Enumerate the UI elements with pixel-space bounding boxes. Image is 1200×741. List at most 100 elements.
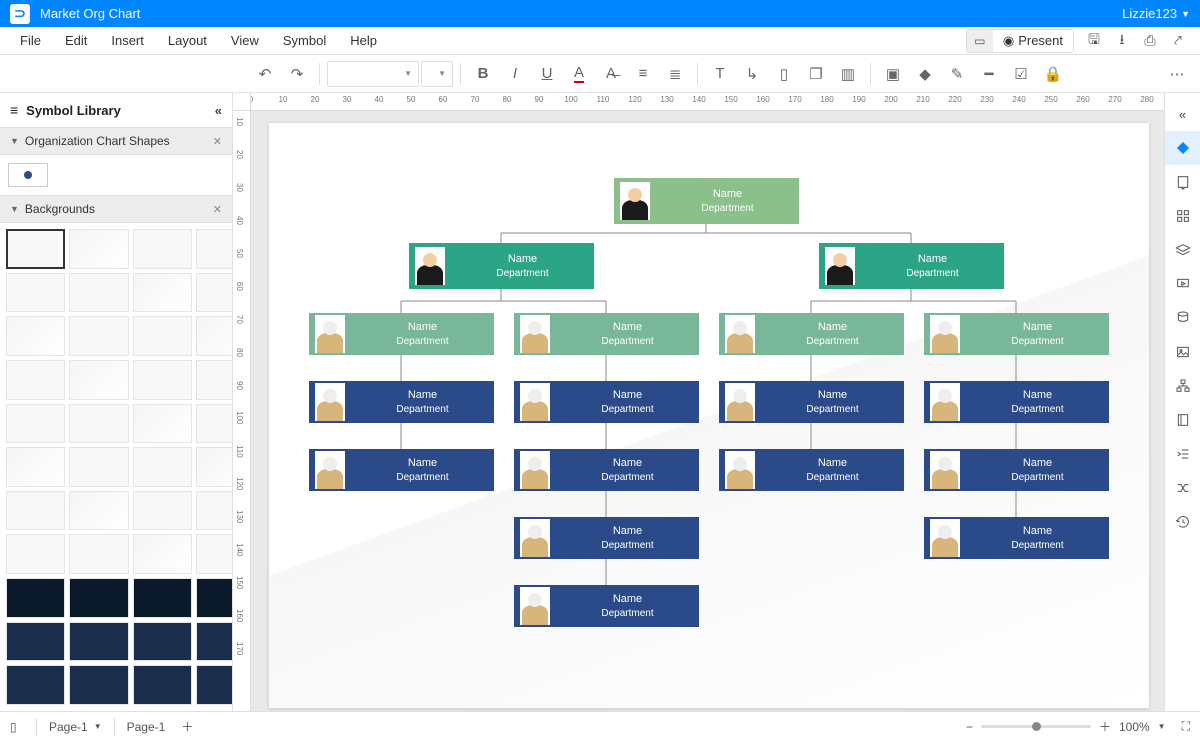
line-style-button[interactable]: ━ <box>974 60 1004 88</box>
org-shape-thumb[interactable] <box>8 163 48 187</box>
bg-thumb[interactable] <box>69 665 128 705</box>
bg-thumb[interactable] <box>6 578 65 618</box>
present-button[interactable]: ◉ Present <box>993 33 1073 49</box>
align-v-button[interactable]: ≣ <box>660 60 690 88</box>
org-node[interactable]: NameDepartment <box>924 313 1109 355</box>
menu-help[interactable]: Help <box>338 33 389 48</box>
align-objects-button[interactable]: ▯ <box>769 60 799 88</box>
org-node[interactable]: NameDepartment <box>719 381 904 423</box>
org-node[interactable]: NameDepartment <box>924 449 1109 491</box>
share-icon[interactable]: ⤤ <box>1164 30 1192 52</box>
font-family-select[interactable]: ▼ <box>327 61 419 87</box>
page-tool[interactable] <box>1165 165 1200 199</box>
bg-thumb[interactable] <box>69 447 128 487</box>
bg-thumb[interactable] <box>69 316 128 356</box>
org-node[interactable]: NameDepartment <box>719 313 904 355</box>
font-size-select[interactable]: ▼ <box>421 61 453 87</box>
bg-thumb[interactable] <box>133 622 192 662</box>
bg-thumb[interactable] <box>6 404 65 444</box>
bg-thumb[interactable] <box>196 491 232 531</box>
chevron-down-icon[interactable]: ▼ <box>1158 722 1166 731</box>
zoom-slider[interactable] <box>981 725 1091 728</box>
menu-layout[interactable]: Layout <box>156 33 219 48</box>
org-node[interactable]: NameDepartment <box>309 381 494 423</box>
bg-thumb[interactable] <box>69 622 128 662</box>
org-node[interactable]: NameDepartment <box>924 517 1109 559</box>
bg-thumb[interactable] <box>69 273 128 313</box>
zoom-in-button[interactable]: ＋ <box>1099 718 1111 735</box>
bg-thumb[interactable] <box>133 491 192 531</box>
present-mode-icon[interactable]: ▭ <box>967 30 993 52</box>
org-node[interactable]: NameDepartment <box>719 449 904 491</box>
grid-tool[interactable] <box>1165 199 1200 233</box>
bg-thumb[interactable] <box>133 360 192 400</box>
menu-view[interactable]: View <box>219 33 271 48</box>
bg-thumb[interactable] <box>133 534 192 574</box>
menu-symbol[interactable]: Symbol <box>271 33 338 48</box>
bg-thumb-blank[interactable] <box>6 229 65 269</box>
menu-edit[interactable]: Edit <box>53 33 99 48</box>
bg-thumb[interactable] <box>133 229 192 269</box>
bg-thumb[interactable] <box>133 404 192 444</box>
bg-thumb[interactable] <box>6 447 65 487</box>
layers-tool[interactable] <box>1165 233 1200 267</box>
save-icon[interactable]: 🖫 <box>1080 30 1108 52</box>
canvas[interactable]: NameDepartment NameDepartment NameDepartme… <box>251 111 1164 711</box>
font-color-button[interactable]: A <box>564 60 594 88</box>
expand-panel-icon[interactable]: « <box>1165 97 1200 131</box>
image-button[interactable]: ▣ <box>878 60 908 88</box>
menu-file[interactable]: File <box>8 33 53 48</box>
download-icon[interactable]: ⭳ <box>1108 30 1136 52</box>
slides-tool[interactable] <box>1165 267 1200 301</box>
collapse-panel-icon[interactable]: « <box>215 103 222 118</box>
redo-button[interactable]: ↷ <box>282 60 312 88</box>
bg-thumb[interactable] <box>196 273 232 313</box>
align-h-button[interactable]: ≡ <box>628 60 658 88</box>
bg-thumb[interactable] <box>196 316 232 356</box>
bg-thumb[interactable] <box>6 316 65 356</box>
org-node[interactable]: NameDepartment <box>309 449 494 491</box>
org-node[interactable]: NameDepartment <box>514 585 699 627</box>
fill-button[interactable]: ◆ <box>910 60 940 88</box>
bg-thumb[interactable] <box>196 622 232 662</box>
menu-insert[interactable]: Insert <box>99 33 156 48</box>
bg-thumb[interactable] <box>196 229 232 269</box>
page-tab[interactable]: Page-1 <box>119 720 174 734</box>
bg-thumb[interactable] <box>133 273 192 313</box>
org-node[interactable]: NameDepartment <box>819 243 1004 289</box>
close-section-icon[interactable]: ✕ <box>213 203 222 216</box>
org-node[interactable]: NameDepartment <box>614 178 799 224</box>
bg-thumb[interactable] <box>196 578 232 618</box>
orgchart-tool[interactable] <box>1165 369 1200 403</box>
bg-thumb[interactable] <box>6 491 65 531</box>
bg-thumb[interactable] <box>196 360 232 400</box>
section-backgrounds[interactable]: ▼ Backgrounds ✕ <box>0 195 232 223</box>
bg-thumb[interactable] <box>6 534 65 574</box>
bg-thumb[interactable] <box>196 665 232 705</box>
group-button[interactable]: ❐ <box>801 60 831 88</box>
highlight-button[interactable]: A̶ <box>596 60 626 88</box>
org-node[interactable]: NameDepartment <box>514 517 699 559</box>
bg-thumb[interactable] <box>133 316 192 356</box>
close-section-icon[interactable]: ✕ <box>213 135 222 148</box>
org-node[interactable]: NameDepartment <box>514 381 699 423</box>
bg-thumb[interactable] <box>69 404 128 444</box>
bold-button[interactable]: B <box>468 60 498 88</box>
check-button[interactable]: ☑ <box>1006 60 1036 88</box>
undo-button[interactable]: ↶ <box>250 60 280 88</box>
bg-thumb[interactable] <box>6 622 65 662</box>
indent-tool[interactable] <box>1165 437 1200 471</box>
bg-thumb[interactable] <box>196 404 232 444</box>
bg-thumb[interactable] <box>133 578 192 618</box>
bg-thumb[interactable] <box>196 534 232 574</box>
bg-thumb[interactable] <box>69 229 128 269</box>
org-node[interactable]: NameDepartment <box>514 449 699 491</box>
underline-button[interactable]: U <box>532 60 562 88</box>
user-menu[interactable]: Lizzie123 ▼ <box>1122 6 1190 21</box>
print-icon[interactable]: ⎙ <box>1136 30 1164 52</box>
section-org-shapes[interactable]: ▼ Organization Chart Shapes ✕ <box>0 127 232 155</box>
line-color-button[interactable]: ✎ <box>942 60 972 88</box>
outline-view-icon[interactable]: ▯ <box>10 720 32 734</box>
clipart-tool[interactable] <box>1165 403 1200 437</box>
bg-thumb[interactable] <box>6 273 65 313</box>
